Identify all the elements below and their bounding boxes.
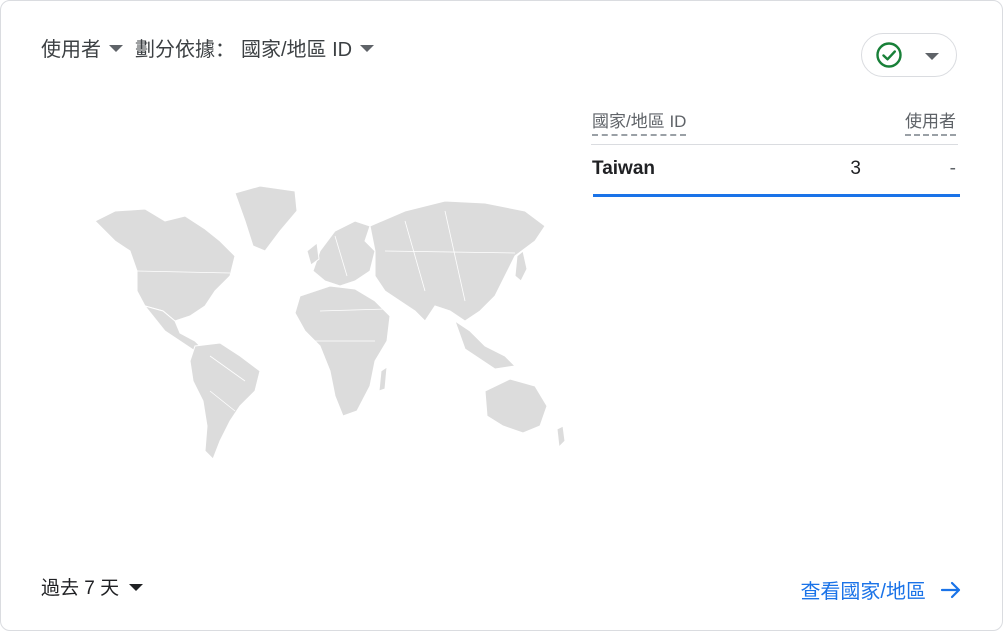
- country-table: 國家/地區 ID 使用者 Taiwan 3 -: [591, 105, 960, 197]
- segment-dropdown[interactable]: 國家/地區 ID: [241, 33, 375, 62]
- row-country: Taiwan: [592, 158, 655, 179]
- caret-down-icon: [360, 45, 375, 52]
- table-header-row: 國家/地區 ID 使用者: [591, 105, 958, 145]
- view-countries-link[interactable]: 查看國家/地區: [800, 575, 962, 604]
- metric-dropdown[interactable]: 使用者: [41, 33, 123, 62]
- segment-label: 國家/地區 ID: [241, 39, 353, 61]
- arrow-right-icon: [940, 581, 961, 598]
- map-new-zealand: [556, 425, 566, 449]
- map-se-asia: [454, 319, 517, 370]
- view-countries-label: 查看國家/地區: [800, 581, 926, 603]
- map-africa: [294, 285, 391, 417]
- column-header-country[interactable]: 國家/地區 ID: [592, 107, 687, 136]
- map-south-america: [189, 342, 261, 460]
- status-dropdown-button[interactable]: [861, 33, 957, 77]
- caret-down-icon: [129, 584, 144, 591]
- column-header-users[interactable]: 使用者: [905, 107, 956, 136]
- world-map: [94, 185, 566, 460]
- map-north-america: [94, 208, 236, 322]
- map-australia: [484, 378, 548, 434]
- caret-down-icon: [925, 52, 939, 60]
- card-header: 使用者 劃分依據： 國家/地區 ID: [41, 33, 375, 62]
- map-europe: [312, 220, 376, 287]
- row-users: 3: [850, 158, 861, 179]
- metric-label: 使用者: [41, 39, 101, 61]
- caret-down-icon: [109, 45, 123, 52]
- check-circle-icon: [876, 42, 902, 68]
- row-change: -: [949, 158, 956, 179]
- segment-prefix: 劃分依據：: [135, 39, 235, 61]
- country-users-card: 使用者 劃分依據： 國家/地區 ID 國家/地區 ID 使用者 Taiwan 3…: [0, 0, 1003, 631]
- row-share-bar: [593, 194, 960, 197]
- map-japan: [514, 250, 528, 282]
- date-range-dropdown[interactable]: 過去 7 天: [41, 573, 144, 600]
- map-greenland: [234, 185, 298, 252]
- table-row[interactable]: Taiwan 3 -: [591, 145, 960, 197]
- map-madagascar: [378, 366, 388, 392]
- date-range-label: 過去 7 天: [41, 578, 120, 599]
